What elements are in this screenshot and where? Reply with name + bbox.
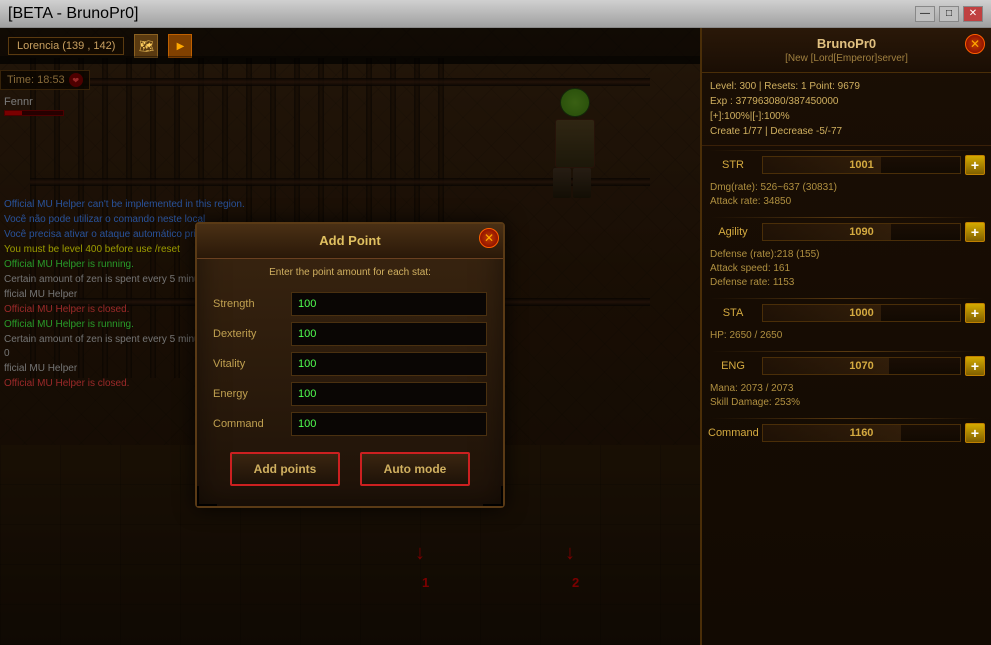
location-display: Lorencia (139 , 142) [8,37,124,55]
cmd-label: Command [708,427,758,439]
defense-info: Defense (rate):218 (155) [710,248,983,262]
field-input-strength[interactable] [291,292,487,316]
add-point-modal: Add Point ✕ Enter the point amount for e… [195,222,505,508]
eng-row: ENG 1070 + [702,356,991,376]
agi-label: Agility [708,226,758,238]
add-points-button[interactable]: Add points [230,452,340,486]
eng-plus-button[interactable]: + [965,356,985,376]
cmd-bar-fill [763,425,901,441]
titlebar-title: [BETA - BrunoPr0] [8,5,138,23]
bonus-info: [+]:100%|[-]:100% [710,109,983,124]
str-label: STR [708,159,758,171]
hp-info: HP: 2650 / 2650 [710,329,983,343]
modal-title: Add Point [319,233,380,248]
eng-label: ENG [708,360,758,372]
agi-row: Agility 1090 + [702,222,991,242]
eng-value: 1070 [849,360,873,372]
profile-name: BrunoPr0 [710,36,983,51]
modal-header: Add Point ✕ [197,224,503,259]
cmd-value: 1160 [850,427,874,439]
sta-label: STA [708,307,758,319]
exp-info: Exp : 377963080/387450000 [710,94,983,109]
create-info: Create 1/77 | Decrease -5/-77 [710,124,983,139]
titlebar-buttons: — □ ✕ [915,6,983,22]
str-row: STR 1001 + [702,155,991,175]
modal-fields: Strength Dexterity Vitality Energy Command [197,292,503,436]
sta-plus-button[interactable]: + [965,303,985,323]
sta-row: STA 1000 + [702,303,991,323]
modal-buttons: Add points Auto mode [197,452,503,486]
attack-speed: Attack speed: 161 [710,262,983,276]
str-detail: Dmg(rate): 526~637 (30831) Attack rate: … [702,179,991,213]
defense-rate: Defense rate: 1153 [710,276,983,290]
auto-mode-button[interactable]: Auto mode [360,452,470,486]
agi-bar: 1090 [762,223,961,241]
field-label: Vitality [213,358,283,370]
modal-field-row: Vitality [213,352,487,376]
modal-field-row: Dexterity [213,322,487,346]
maximize-button[interactable]: □ [939,6,959,22]
close-profile-button[interactable]: ✕ [965,34,985,54]
dmg-info: Dmg(rate): 526~637 (30831) [710,181,983,195]
close-window-button[interactable]: ✕ [963,6,983,22]
minimize-button[interactable]: — [915,6,935,22]
divider-str [710,150,983,151]
mana-info: Mana: 2073 / 2073 [710,382,983,396]
profile-header: BrunoPr0 [New [Lord[Emperor]server] ✕ [702,28,991,73]
eng-bar: 1070 [762,357,961,375]
corner-br [483,486,503,506]
field-label: Energy [213,388,283,400]
titlebar: [BETA - BrunoPr0] — □ ✕ [0,0,991,28]
profile-title: [New [Lord[Emperor]server] [710,53,983,64]
attack-rate: Attack rate: 34850 [710,195,983,209]
map-button[interactable]: 🗺 [134,34,158,58]
stats-section: Level: 300 | Resets: 1 Point: 9679 Exp :… [702,73,991,146]
str-value: 1001 [849,159,873,171]
eng-detail: Mana: 2073 / 2073 Skill Damage: 253% [702,380,991,414]
field-input-dexterity[interactable] [291,322,487,346]
field-input-command[interactable] [291,412,487,436]
agi-plus-button[interactable]: + [965,222,985,242]
agi-value: 1090 [849,226,873,238]
sta-detail: HP: 2650 / 2650 [702,327,991,347]
modal-field-row: Strength [213,292,487,316]
divider-eng [710,351,983,352]
modal-field-row: Command [213,412,487,436]
game-area: Lorencia (139 , 142) 🗺 ▶ Time: 18:53 ❤ F… [0,28,700,645]
field-input-vitality[interactable] [291,352,487,376]
agi-detail: Defense (rate):218 (155) Attack speed: 1… [702,246,991,294]
str-bar: 1001 [762,156,961,174]
modal-field-row: Energy [213,382,487,406]
field-label: Command [213,418,283,430]
divider-sta [710,298,983,299]
field-label: Strength [213,298,283,310]
str-plus-button[interactable]: + [965,155,985,175]
corner-bl [197,486,217,506]
modal-subtitle: Enter the point amount for each stat: [197,259,503,286]
sta-bar: 1000 [762,304,961,322]
level-info: Level: 300 | Resets: 1 Point: 9679 [710,79,983,94]
field-input-energy[interactable] [291,382,487,406]
modal-close-button[interactable]: ✕ [479,228,499,248]
cmd-bar: 1160 [762,424,961,442]
divider-agi [710,217,983,218]
field-label: Dexterity [213,328,283,340]
modal-overlay: Add Point ✕ Enter the point amount for e… [0,56,700,645]
divider-cmd [710,418,983,419]
skill-info: Skill Damage: 253% [710,396,983,410]
right-panel: BrunoPr0 [New [Lord[Emperor]server] ✕ Le… [700,28,991,645]
play-button[interactable]: ▶ [168,34,192,58]
cmd-plus-button[interactable]: + [965,423,985,443]
cmd-row: Command 1160 + [702,423,991,443]
sta-value: 1000 [849,307,873,319]
